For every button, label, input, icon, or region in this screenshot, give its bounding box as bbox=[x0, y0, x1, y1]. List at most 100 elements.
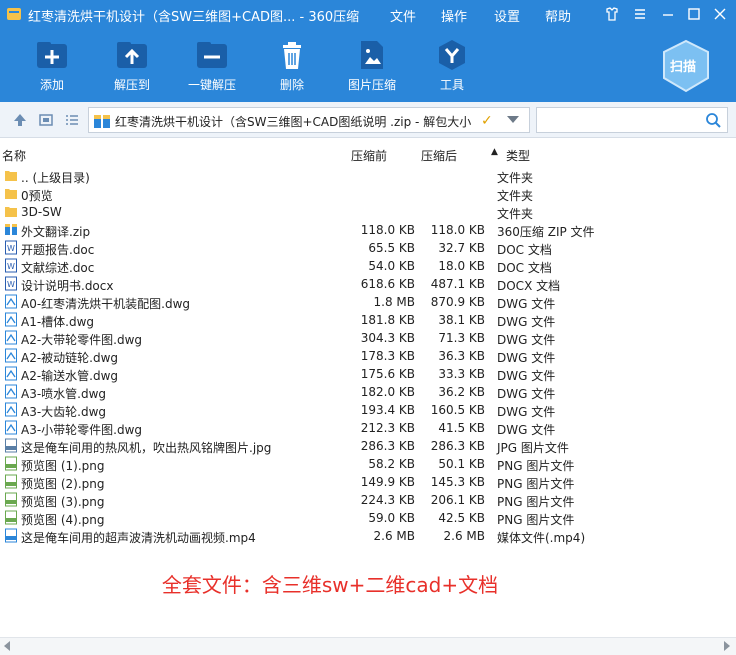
delete-button[interactable]: 删除 bbox=[254, 38, 330, 94]
close-icon[interactable] bbox=[708, 4, 732, 24]
file-row[interactable]: .. (上级目录) 文件夹 bbox=[0, 167, 736, 185]
address-field[interactable]: 红枣清洗烘干机设计（含SW三维图+CAD图纸说明 .zip - 解包大小 ✓ bbox=[88, 107, 530, 133]
dwg-file-icon bbox=[4, 366, 18, 381]
file-row[interactable]: 预览图 (2).png 149.9 KB 145.3 KB PNG 图片文件 bbox=[0, 473, 736, 491]
png-file-icon bbox=[4, 474, 18, 489]
file-original-size: 71.3 KB bbox=[438, 331, 485, 345]
file-original-size: 2.6 MB bbox=[443, 529, 485, 543]
file-name: A0-红枣清洗烘干机装配图.dwg bbox=[21, 297, 191, 311]
horizontal-scrollbar[interactable] bbox=[0, 637, 736, 655]
image-compress-button[interactable]: 图片压缩 bbox=[334, 38, 410, 94]
file-original-size: 36.2 KB bbox=[438, 385, 485, 399]
address-bar-row: 红枣清洗烘干机设计（含SW三维图+CAD图纸说明 .zip - 解包大小 ✓ bbox=[0, 102, 736, 138]
column-compressed[interactable]: 压缩前 bbox=[351, 147, 387, 164]
dwg-file-icon bbox=[4, 420, 18, 435]
maximize-icon[interactable] bbox=[682, 4, 706, 24]
doc-file-icon: W bbox=[4, 258, 18, 273]
file-name: 这是俺车间用的超声波清洗机动画视频.mp4 bbox=[21, 531, 256, 545]
recycle-bin-icon bbox=[283, 42, 301, 69]
file-type: PNG 图片文件 bbox=[497, 495, 575, 509]
file-original-size: 32.7 KB bbox=[438, 241, 485, 255]
column-original[interactable]: 压缩后 bbox=[421, 147, 457, 164]
file-type: 文件夹 bbox=[497, 207, 534, 221]
tools-button[interactable]: 工具 bbox=[414, 38, 490, 94]
up-arrow-icon[interactable] bbox=[12, 112, 28, 128]
menu-help[interactable]: 帮助 bbox=[545, 6, 571, 25]
minimize-icon[interactable] bbox=[656, 4, 680, 24]
address-path: 红枣清洗烘干机设计（含SW三维图+CAD图纸说明 .zip - 解包大小 bbox=[115, 115, 472, 129]
scroll-left-icon[interactable] bbox=[4, 641, 10, 651]
search-box[interactable] bbox=[536, 107, 728, 133]
file-row[interactable]: A2-输送水管.dwg 175.6 KB 33.3 KB DWG 文件 bbox=[0, 365, 736, 383]
file-row[interactable]: 外文翻译.zip 118.0 KB 118.0 KB 360压缩 ZIP 文件 bbox=[0, 221, 736, 239]
extract-to-button[interactable]: 解压到 bbox=[94, 38, 170, 94]
one-click-extract-icon bbox=[197, 42, 227, 68]
jpg-file-icon bbox=[4, 438, 18, 453]
menu-operate[interactable]: 操作 bbox=[441, 6, 467, 25]
file-row[interactable]: 预览图 (4).png 59.0 KB 42.5 KB PNG 图片文件 bbox=[0, 509, 736, 527]
dwg-file-icon bbox=[4, 384, 18, 399]
file-original-size: 38.1 KB bbox=[438, 313, 485, 327]
one-click-extract-button[interactable]: 一键解压 bbox=[174, 38, 250, 94]
column-type[interactable]: 类型 bbox=[506, 147, 530, 164]
title-toolbar-area: 红枣清洗烘干机设计（含SW三维图+CAD图... - 360压缩 文件 操作 设… bbox=[0, 0, 736, 102]
file-compressed-size: 149.9 KB bbox=[360, 475, 415, 489]
file-row[interactable]: W 开题报告.doc 65.5 KB 32.7 KB DOC 文档 bbox=[0, 239, 736, 257]
file-row[interactable]: A3-小带轮零件图.dwg 212.3 KB 41.5 KB DWG 文件 bbox=[0, 419, 736, 437]
menu-file[interactable]: 文件 bbox=[390, 6, 416, 25]
file-type: 文件夹 bbox=[497, 189, 534, 203]
file-type: DOC 文档 bbox=[497, 243, 552, 257]
file-name: 设计说明书.docx bbox=[21, 279, 114, 293]
file-type: 360压缩 ZIP 文件 bbox=[497, 225, 595, 239]
file-type: PNG 图片文件 bbox=[497, 513, 575, 527]
menu-lines-icon[interactable] bbox=[628, 4, 652, 24]
file-row[interactable]: A2-大带轮零件图.dwg 304.3 KB 71.3 KB DWG 文件 bbox=[0, 329, 736, 347]
file-original-size: 118.0 KB bbox=[430, 223, 485, 237]
file-row[interactable]: 这是俺车间用的超声波清洗机动画视频.mp4 2.6 MB 2.6 MB 媒体文件(.m… bbox=[0, 527, 736, 545]
png-file-icon bbox=[4, 492, 18, 507]
search-input[interactable] bbox=[541, 111, 701, 129]
file-name: 3D-SW bbox=[21, 205, 62, 219]
doc-file-icon: W bbox=[4, 240, 18, 255]
chevron-down-icon[interactable] bbox=[507, 116, 519, 123]
file-row[interactable]: W 设计说明书.docx 618.6 KB 487.1 KB DOCX 文档 bbox=[0, 275, 736, 293]
menu-settings[interactable]: 设置 bbox=[494, 6, 520, 25]
file-row[interactable]: 这是俺车间用的热风机，吹出热风铭牌图片.jpg 286.3 KB 286.3 KB J… bbox=[0, 437, 736, 455]
list-view-icon[interactable] bbox=[64, 112, 80, 128]
file-name: .. (上级目录) bbox=[21, 171, 90, 185]
file-type: PNG 图片文件 bbox=[497, 477, 575, 491]
file-compressed-size: 1.8 MB bbox=[373, 295, 415, 309]
file-original-size: 41.5 KB bbox=[438, 421, 485, 435]
file-original-size: 487.1 KB bbox=[430, 277, 485, 291]
file-row[interactable]: A2-被动链轮.dwg 178.3 KB 36.3 KB DWG 文件 bbox=[0, 347, 736, 365]
column-name[interactable]: 名称 bbox=[2, 147, 26, 164]
dwg-file-icon bbox=[4, 348, 18, 363]
scroll-right-icon[interactable] bbox=[724, 641, 730, 651]
doc-file-icon: W bbox=[4, 276, 18, 291]
file-original-size: 18.0 KB bbox=[438, 259, 485, 273]
file-row[interactable]: 预览图 (1).png 58.2 KB 50.1 KB PNG 图片文件 bbox=[0, 455, 736, 473]
file-row[interactable]: A3-喷水管.dwg 182.0 KB 36.2 KB DWG 文件 bbox=[0, 383, 736, 401]
scan-button[interactable]: 扫描 bbox=[658, 38, 714, 94]
thumbnail-view-icon[interactable] bbox=[38, 112, 54, 128]
file-name: 预览图 (3).png bbox=[21, 495, 105, 509]
file-name: 预览图 (2).png bbox=[21, 477, 105, 491]
file-row[interactable]: 0预览 文件夹 bbox=[0, 185, 736, 203]
add-button[interactable]: 添加 bbox=[14, 38, 90, 94]
file-row[interactable]: A3-大齿轮.dwg 193.4 KB 160.5 KB DWG 文件 bbox=[0, 401, 736, 419]
file-row[interactable]: 预览图 (3).png 224.3 KB 206.1 KB PNG 图片文件 bbox=[0, 491, 736, 509]
file-compressed-size: 224.3 KB bbox=[360, 493, 415, 507]
file-compressed-size: 175.6 KB bbox=[360, 367, 415, 381]
app-logo-icon bbox=[7, 8, 21, 20]
skin-icon[interactable] bbox=[600, 4, 624, 24]
file-row[interactable]: A1-槽体.dwg 181.8 KB 38.1 KB DWG 文件 bbox=[0, 311, 736, 329]
file-row[interactable]: W 文献综述.doc 54.0 KB 18.0 KB DOC 文档 bbox=[0, 257, 736, 275]
image-compress-icon bbox=[361, 41, 383, 69]
file-row[interactable]: 3D-SW 文件夹 bbox=[0, 203, 736, 221]
file-type: DWG 文件 bbox=[497, 369, 556, 383]
file-type: DOC 文档 bbox=[497, 261, 552, 275]
sort-arrow-icon: ▲ bbox=[491, 147, 498, 157]
file-original-size: 145.3 KB bbox=[430, 475, 485, 489]
search-icon[interactable] bbox=[705, 112, 721, 128]
file-row[interactable]: A0-红枣清洗烘干机装配图.dwg 1.8 MB 870.9 KB DWG 文件 bbox=[0, 293, 736, 311]
